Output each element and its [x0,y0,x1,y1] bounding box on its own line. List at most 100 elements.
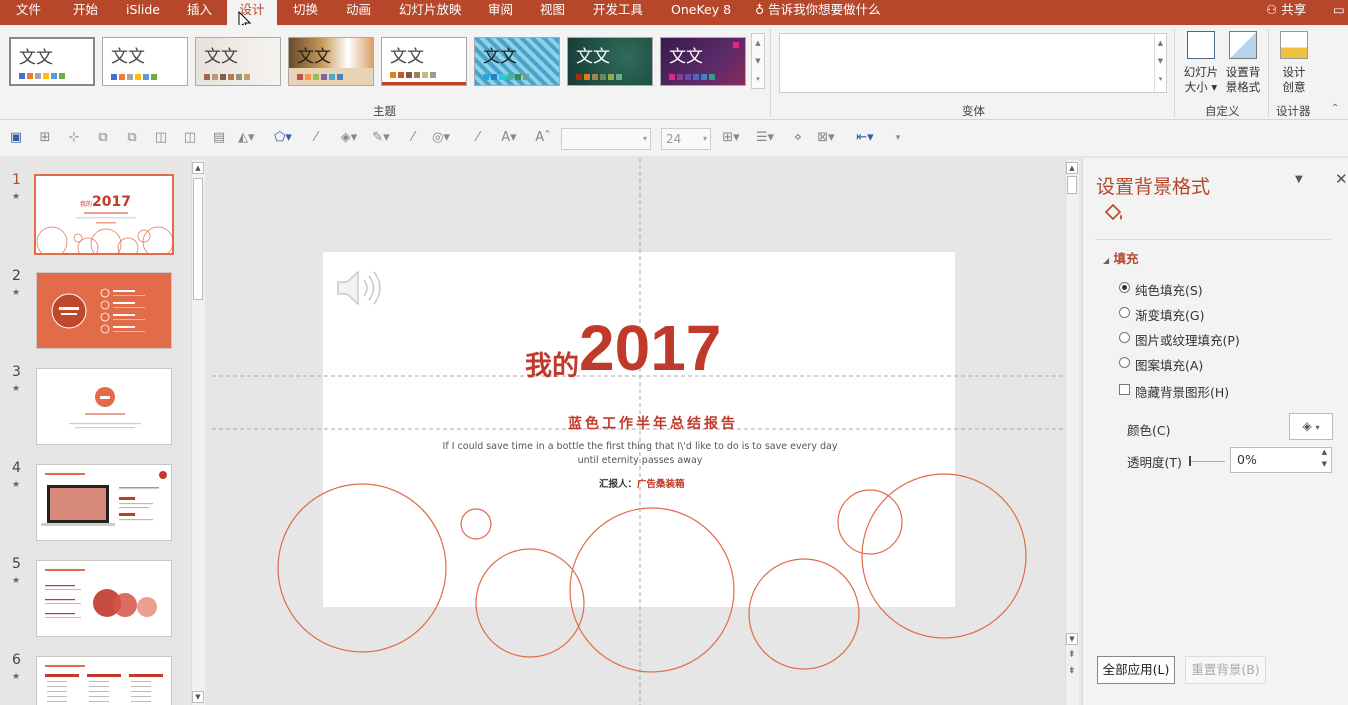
tab-review[interactable]: 审阅 [488,0,513,25]
table-icon[interactable]: ⊞▾ [718,130,744,146]
next-slide-icon[interactable]: ⇟ [1068,666,1076,676]
design-ideas-button[interactable]: 设计 创意 [1274,31,1314,95]
theme-office[interactable]: 文文 [9,37,95,86]
themes-gallery-scroll[interactable]: ▲ ▼ ▾ [751,33,765,89]
tab-insert[interactable]: 插入 [187,0,212,25]
tab-view[interactable]: 视图 [540,0,565,25]
option-gradient-fill[interactable]: 渐变填充(G) [1119,305,1204,324]
tab-transitions[interactable]: 切换 [293,0,318,25]
scroll-thumb[interactable] [1067,176,1077,194]
fill-section-header[interactable]: ◢ 填充 [1103,248,1139,267]
tab-islide[interactable]: iSlide [126,0,160,25]
thumbnail-slide-1[interactable]: 我的 2017 [34,174,174,255]
theme-5[interactable]: 文文 [381,37,467,86]
fill-bucket-icon[interactable] [1101,202,1125,224]
svg-text:2017: 2017 [92,194,131,210]
send-backward-icon[interactable]: ◫ [182,130,198,146]
variants-gallery[interactable]: ▲ ▼ ▾ [779,33,1167,93]
option-picture-fill[interactable]: 图片或纹理填充(P) [1119,330,1240,349]
clear-format-icon[interactable]: ⊠▾ [815,130,837,146]
radio-pattern-fill[interactable] [1119,357,1130,368]
radio-gradient-fill[interactable] [1119,307,1130,318]
tab-onekey[interactable]: OneKey 8 [671,0,731,25]
font-size-box[interactable]: 24 ▾ [661,128,711,150]
option-hide-bg-graphics[interactable]: 隐藏背景图形(H) [1119,382,1229,401]
eyedropper-2-icon[interactable]: ⁄ [405,130,421,146]
format-background-button[interactable]: 设置背 景格式 [1223,31,1263,95]
tell-me-box[interactable]: ♁ 告诉我你想要做什么 [755,0,881,25]
ungroup-icon[interactable]: ⧉ [124,130,140,146]
radio-picture-fill[interactable] [1119,332,1130,343]
slide-subtitle[interactable]: 蓝色工作半年总结报告 [525,413,781,433]
tab-developer[interactable]: 开发工具 [593,0,643,25]
thumbnail-slide-4[interactable] [36,464,172,541]
scroll-down-icon[interactable]: ▼ [1066,633,1078,645]
checkbox-hide-bg-graphics[interactable] [1119,384,1130,395]
tab-animations[interactable]: 动画 [346,0,371,25]
collapse-ribbon-icon[interactable]: ⌃ [1331,103,1339,114]
spinner-icon[interactable]: ▲ ▼ [1322,446,1327,470]
tab-file[interactable]: 文件 [16,0,41,25]
color-picker-button[interactable]: ◈ ▾ [1289,413,1333,440]
slide-size-button[interactable]: 幻灯片 大小 ▾ [1181,31,1221,95]
theme-office-2[interactable]: 文文 [102,37,188,86]
transparency-slider[interactable] [1189,456,1225,466]
option-solid-fill[interactable]: 纯色填充(S) [1119,280,1203,299]
thumbnail-slide-3[interactable] [36,368,172,445]
slide-title[interactable]: 我的2017 [525,313,721,383]
rotate-icon[interactable]: ◭▾ [238,130,255,146]
effects-icon[interactable]: ◎▾ [430,130,452,146]
arrange-icon[interactable]: ⇤▾ [850,130,880,146]
share-button[interactable]: ⚇ 共享 [1266,0,1306,25]
fill-bucket-icon[interactable]: ◈▾ [338,130,360,146]
editor-scrollbar[interactable]: ▲ ▼ ⇞ ⇟ [1065,160,1079,705]
apply-to-all-button[interactable]: 全部应用(L) [1097,656,1175,684]
eyedropper-icon[interactable]: ⁄ [308,130,324,146]
theme-3[interactable]: 文文 [195,37,281,86]
ribbon: 文文 文文 文文 文文 文文 文文 文文 文文 ▲ ▼ ▾ 主题 ▲ ▼ ▾ 变体 [0,25,1348,120]
thumbnail-slide-5[interactable] [36,560,172,637]
font-name-box[interactable]: ▾ [561,128,651,150]
line-spacing-icon[interactable]: ☰▾ [752,130,778,146]
theme-sample-text: 文文 [204,47,238,67]
scroll-up-icon[interactable]: ▲ [1066,162,1078,174]
textbox-icon[interactable]: ▤ [211,130,227,146]
eyedropper-3-icon[interactable]: ⁄ [470,130,486,146]
thumb-number: 4 [12,460,21,476]
theme-4[interactable]: 文文 [288,37,374,86]
thumbnail-slide-2[interactable] [36,272,172,349]
tab-slideshow[interactable]: 幻灯片放映 [399,0,462,25]
slide-quote[interactable]: If I could save time in a bottle the fir… [428,440,852,468]
radio-solid-fill[interactable] [1119,282,1130,293]
customize-toolbar-icon[interactable]: ▾ [890,130,906,146]
format-painter-icon[interactable]: ⋄ [790,130,806,146]
font-color-icon[interactable]: A▾ [498,130,520,146]
scroll-down-icon[interactable]: ▼ [192,691,204,703]
bring-forward-icon[interactable]: ◫ [153,130,169,146]
reset-background-button[interactable]: 重置背景(B) [1185,656,1266,684]
tab-home[interactable]: 开始 [73,0,98,25]
save-icon[interactable]: ▣ [8,130,24,146]
align-icon[interactable]: ⊹ [66,130,82,146]
thumbnail-slide-6[interactable] [36,656,172,705]
pane-options-icon[interactable]: ▼ [1295,174,1303,185]
theme-6[interactable]: 文文 [474,37,560,86]
select-pane-icon[interactable]: ⊞ [37,130,53,146]
group-icon[interactable]: ⧉ [95,130,111,146]
option-pattern-fill[interactable]: 图案填充(A) [1119,355,1203,374]
font-grow-icon[interactable]: Aˆ [535,130,551,146]
scroll-up-icon[interactable]: ▲ [192,162,204,174]
comment-icon[interactable]: ▭ [1333,0,1345,25]
tab-design[interactable]: 设计 [227,0,277,25]
scroll-thumb[interactable] [193,178,203,300]
close-icon[interactable]: ✕ [1335,170,1348,188]
designer-group-label: 设计器 [1276,104,1311,118]
shapes-icon[interactable]: ⬠▾ [270,130,296,146]
transparency-input[interactable]: 0% ▲ ▼ [1230,447,1332,473]
slide-reporter[interactable]: 汇报人：广告桑装箱 [599,476,685,490]
thumbnails-scrollbar[interactable]: ▲ ▼ [191,160,205,705]
theme-7[interactable]: 文文 [567,37,653,86]
prev-slide-icon[interactable]: ⇞ [1068,650,1076,660]
outline-pen-icon[interactable]: ✎▾ [370,130,392,146]
theme-8[interactable]: 文文 [660,37,746,86]
